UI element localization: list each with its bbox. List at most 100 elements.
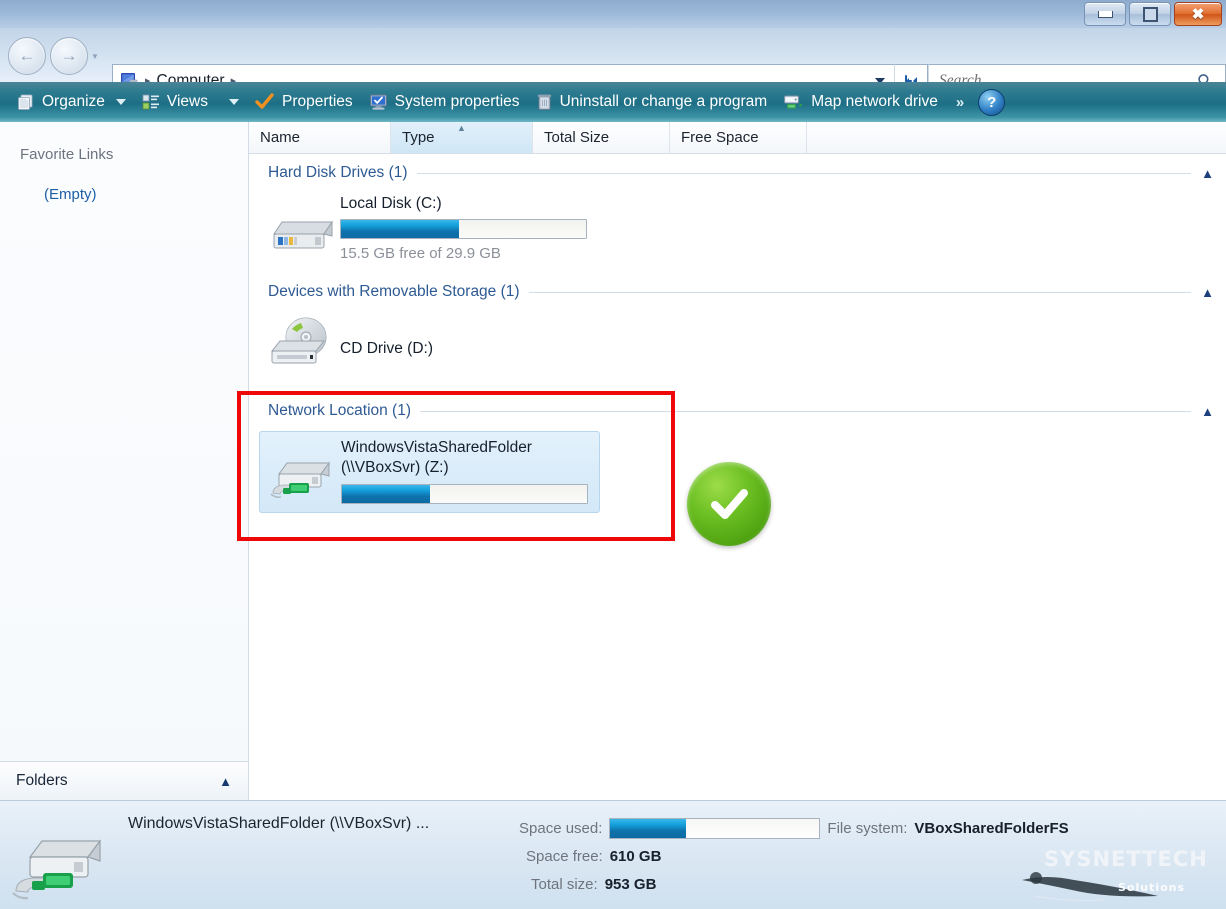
group-divider (416, 172, 1192, 174)
views-icon (142, 94, 160, 110)
list-item[interactable]: CD Drive (D:) (249, 315, 1226, 371)
group-divider (528, 291, 1192, 293)
back-arrow-icon: ← (18, 46, 36, 65)
chevron-down-icon (115, 99, 126, 105)
details-pane: WindowsVistaSharedFolder (\\VBoxSvr) ...… (0, 800, 1226, 909)
close-button[interactable]: ✖ (1174, 2, 1222, 26)
maximize-button[interactable] (1129, 2, 1171, 26)
sort-ascending-icon: ▲ (457, 123, 466, 133)
navigation-buttons: ← → ▼ (8, 37, 99, 75)
group-title: Network Location (1) (268, 402, 412, 419)
list-item-name: Local Disk (C:) (340, 195, 442, 212)
cd-drive-icon (268, 315, 340, 371)
capacity-bar (341, 484, 588, 504)
chevron-down-icon-views[interactable] (228, 99, 239, 105)
total-size-label: Total size: (531, 876, 598, 893)
favorite-links-title: Favorite Links (20, 146, 114, 163)
toolbar-uninstall[interactable]: Uninstall or change a program (528, 85, 776, 119)
details-space-used-row: Space used: File system: VBoxSharedFolde… (519, 818, 1069, 839)
toolbar-map-network-drive[interactable]: Map network drive (775, 85, 946, 119)
space-used-label: Space used: (519, 820, 603, 837)
toolbar-organize[interactable]: Organize (8, 85, 134, 119)
list-item-texts: Local Disk (C:) 15.5 GB free of 29.9 GB (340, 194, 587, 262)
toolbar-organize-label: Organize (42, 93, 105, 110)
favorite-links-empty[interactable]: (Empty) (44, 186, 97, 203)
group-header[interactable]: Hard Disk Drives (1) ▲ (249, 160, 1226, 186)
recent-pages-chevron-icon[interactable]: ▼ (91, 52, 99, 61)
list-item-name: CD Drive (D:) (340, 340, 433, 357)
help-button[interactable]: ? (978, 88, 1006, 116)
close-icon: ✖ (1191, 5, 1205, 23)
file-system-label: File system: (827, 820, 908, 837)
toolbar-views[interactable]: Views (134, 85, 247, 119)
chevron-up-icon[interactable]: ▲ (1201, 404, 1214, 419)
list-item-name-line2: (\\VBoxSvr) (Z:) (341, 459, 449, 476)
group-header[interactable]: Network Location (1) ▲ (249, 398, 1226, 424)
folders-expander[interactable]: Folders ▲ (0, 761, 248, 800)
file-system-value: VBoxSharedFolderFS (914, 820, 1069, 837)
watermark-main-text: SYSNETTECH (1044, 847, 1208, 871)
green-check-icon (687, 462, 771, 546)
toolbar-map-network-drive-label: Map network drive (811, 93, 938, 110)
uninstall-icon (536, 93, 553, 111)
properties-check-icon (255, 93, 275, 111)
watermark-sub-text: Solutions (1118, 881, 1185, 894)
toolbar-properties-label: Properties (281, 93, 353, 110)
capacity-bar-fill (341, 220, 459, 238)
column-header-row: Name ▲ Type Total Size Free Space (249, 122, 1226, 154)
group-removable-storage: Devices with Removable Storage (1) ▲ CD … (249, 279, 1226, 371)
total-size-value: 953 GB (604, 876, 657, 893)
details-total-size-row: Total size: 953 GB (531, 876, 656, 893)
group-hard-disk-drives: Hard Disk Drives (1) ▲ Local Disk (C:) 1… (249, 160, 1226, 262)
organize-icon (16, 94, 35, 111)
group-header[interactable]: Devices with Removable Storage (1) ▲ (249, 279, 1226, 305)
chevron-up-icon[interactable]: ▲ (1201, 166, 1214, 181)
details-title: WindowsVistaSharedFolder (\\VBoxSvr) ... (128, 815, 430, 832)
column-header-free-space-label: Free Space (681, 129, 759, 146)
group-divider (420, 410, 1192, 412)
map-network-drive-icon (783, 94, 804, 111)
column-header-name[interactable]: Name (249, 122, 391, 153)
chevron-up-icon: ▲ (219, 773, 232, 789)
capacity-bar (340, 219, 587, 239)
network-drive-icon (269, 452, 341, 502)
column-header-total-size[interactable]: Total Size (533, 122, 670, 153)
explorer-window: ✖ ← → ▼ ▸ Computer ▸ Search Organize Vie… (0, 0, 1226, 909)
folders-label: Folders (16, 772, 68, 789)
hard-disk-icon (268, 210, 340, 254)
file-list-pane: Name ▲ Type Total Size Free Space Hard D… (249, 122, 1226, 800)
column-header-total-size-label: Total Size (544, 129, 610, 146)
network-drive-icon (10, 825, 118, 903)
sysnettech-watermark: SYSNETTECH Solutions (1014, 844, 1214, 906)
list-item-subtext: 15.5 GB free of 29.9 GB (340, 245, 501, 262)
column-header-filler (807, 122, 1226, 153)
group-title: Devices with Removable Storage (1) (268, 283, 520, 300)
back-button[interactable]: ← (8, 37, 46, 75)
space-used-bar-fill (610, 819, 686, 838)
toolbar-overflow-button[interactable]: » (946, 94, 974, 111)
forward-arrow-icon: → (60, 46, 78, 65)
toolbar-system-properties-label: System properties (394, 93, 520, 110)
column-header-free-space[interactable]: Free Space (670, 122, 807, 153)
list-item-selected[interactable]: WindowsVistaSharedFolder (\\VBoxSvr) (Z:… (259, 431, 600, 513)
minimize-icon (1097, 10, 1113, 18)
details-space-free-row: Space free: 610 GB (526, 848, 661, 865)
list-item-name: WindowsVistaSharedFolder (341, 439, 532, 456)
title-bar: ✖ (0, 0, 1226, 29)
toolbar-properties[interactable]: Properties (247, 85, 361, 119)
space-free-label: Space free: (526, 848, 603, 865)
chevron-up-icon[interactable]: ▲ (1201, 285, 1214, 300)
capacity-bar-fill (342, 485, 431, 503)
forward-button[interactable]: → (50, 37, 88, 75)
space-free-value: 610 GB (609, 848, 662, 865)
group-title: Hard Disk Drives (1) (268, 164, 408, 181)
column-header-type[interactable]: ▲ Type (391, 122, 533, 153)
column-header-name-label: Name (260, 129, 301, 146)
toolbar-system-properties[interactable]: System properties (361, 85, 528, 119)
address-bar-row: ← → ▼ ▸ Computer ▸ (0, 28, 1226, 97)
toolbar-views-label: Views (166, 93, 208, 110)
list-item[interactable]: Local Disk (C:) 15.5 GB free of 29.9 GB (249, 194, 1226, 262)
maximize-icon (1142, 6, 1158, 22)
minimize-button[interactable] (1084, 2, 1126, 26)
system-properties-icon (369, 94, 388, 111)
